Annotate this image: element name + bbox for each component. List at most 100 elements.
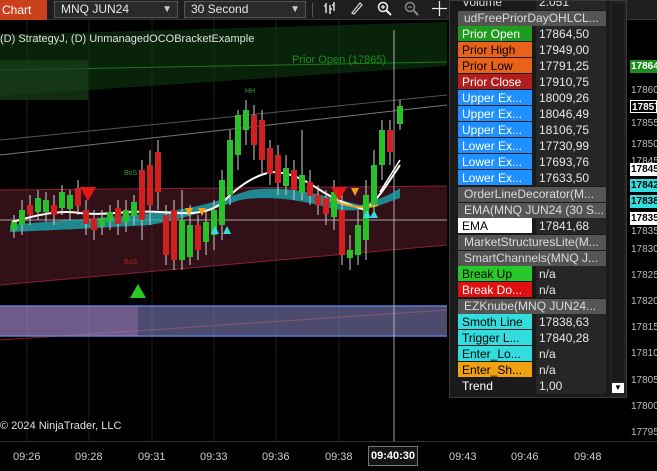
candle (131, 202, 137, 216)
candle (283, 168, 289, 186)
candle (251, 115, 257, 145)
prior-open-label: Prior Open (17865) (292, 54, 386, 66)
time-tick: 09:28 (75, 451, 103, 463)
candle (227, 140, 233, 195)
trigger-line-price-box: 17838 (630, 195, 657, 208)
databox-label: EMA (458, 218, 532, 233)
time-tick: 09:36 (262, 451, 290, 463)
candle (291, 170, 297, 190)
candle (163, 215, 169, 255)
candle (235, 115, 241, 155)
candle (27, 205, 33, 215)
time-tick: 09:26 (13, 451, 41, 463)
ema-price-box: 17845 (630, 163, 657, 176)
buy-signal-marker (130, 284, 146, 298)
databox-label: Prior Close (458, 74, 532, 89)
price-chart-panel[interactable]: Prior Open (17865) HH BoS BoS (0, 20, 447, 441)
candle (323, 198, 329, 214)
bos-label: BoS (124, 170, 138, 177)
databox-label: Prior Open (458, 26, 532, 41)
candle (83, 210, 89, 224)
price-tick: 17850 (631, 139, 657, 150)
databox-value: n/a (536, 282, 606, 298)
candle (107, 212, 113, 222)
databox-row: Trigger L... 17840,28 (458, 330, 606, 346)
databox-label: Lower Ex... (458, 170, 532, 185)
price-tick: 17805 (631, 375, 657, 386)
price-tick: 17835 (631, 226, 657, 237)
databox-value: 17864,50 (536, 26, 606, 42)
databox-row: Break Do... n/a (458, 282, 606, 298)
candle (147, 165, 153, 205)
databox-scroll-thumb[interactable] (612, 3, 624, 381)
candle (299, 175, 305, 193)
databox-value: 17949,00 (536, 42, 606, 58)
instrument-value: MNQ JUN24 (61, 2, 130, 16)
databox-value: 18046,49 (536, 106, 606, 122)
strategy-label: (D) StrategyJ, (D) UnmanagedOCOBracketEx… (0, 33, 255, 45)
databox-label: Trigger L... (458, 330, 532, 345)
zoom-out-icon[interactable] (402, 1, 420, 19)
candle (259, 120, 265, 160)
candle (179, 220, 185, 260)
last-price-box: 17857 (630, 100, 657, 113)
databox-label: Break Up (458, 266, 532, 281)
candle (347, 250, 353, 258)
zoom-in-icon[interactable] (375, 1, 393, 19)
current-time-box: 09:40:30 (368, 446, 418, 466)
candle (219, 180, 225, 225)
databox-value: 17841,68 (536, 218, 606, 234)
chevron-down-icon: ▼ (162, 4, 172, 15)
time-tick: 09:38 (325, 451, 353, 463)
scroll-down-icon[interactable]: ▼ (612, 383, 624, 393)
toolbar-divider (312, 3, 313, 17)
databox-indicator-header: EZKnube(MNQ JUN24... (458, 299, 606, 314)
chevron-down-icon: ▼ (290, 4, 300, 15)
candle (371, 165, 377, 205)
hh-label: HH (245, 88, 255, 95)
databox-value: 17791,25 (536, 58, 606, 74)
candle (387, 130, 393, 152)
data-box-panel[interactable]: ▼ Volume 2.051 udFreePriorDayOHLCL... Prior… (449, 0, 627, 398)
databox-row: Prior High 17949,00 (458, 42, 606, 58)
instrument-selector[interactable]: MNQ JUN24 ▼ (54, 1, 178, 18)
candle (379, 130, 385, 165)
candle (43, 200, 49, 212)
bars-type-icon[interactable] (321, 1, 339, 19)
smooth-line-price-box: 17842 (630, 179, 657, 192)
candle (91, 218, 97, 230)
candle (243, 110, 249, 130)
time-tick: 09:46 (511, 451, 539, 463)
databox-row-volume: Volume 2.051 (458, 0, 606, 10)
databox-row: Break Up n/a (458, 266, 606, 282)
candle (11, 222, 17, 230)
chart-tab[interactable]: Chart (0, 0, 47, 20)
databox-label: Enter_Lo... (458, 346, 532, 361)
price-tick: 17795 (631, 427, 657, 438)
interval-value: 30 Second (191, 2, 249, 16)
databox-value: 17693,76 (536, 154, 606, 170)
databox-row: Trend 1,00 (458, 378, 606, 394)
price-tick: 17860 (631, 85, 657, 96)
databox-value: n/a (536, 266, 606, 282)
databox-indicator-header: SmartChannels(MNQ J... (458, 251, 606, 266)
databox-value: 17838,63 (536, 314, 606, 330)
price-tick: 17830 (631, 244, 657, 255)
time-tick: 09:43 (449, 451, 477, 463)
candle (59, 192, 65, 208)
databox-indicator-header: udFreePriorDayOHLCL... (458, 11, 606, 26)
interval-selector[interactable]: 30 Second ▼ (184, 1, 306, 18)
candle (307, 182, 313, 196)
databox-label: Prior High (458, 42, 532, 57)
candle (99, 218, 105, 226)
databox-row: EMA 17841,68 (458, 218, 606, 234)
databox-value: 18106,75 (536, 122, 606, 138)
candle (51, 205, 57, 215)
databox-label: Volume (462, 0, 503, 9)
candle (203, 222, 209, 242)
drawing-tool-icon[interactable] (348, 1, 366, 19)
crosshair-icon[interactable] (430, 1, 448, 19)
databox-row: Prior Close 17910,75 (458, 74, 606, 90)
databox-row: Upper Ex... 18046,49 (458, 106, 606, 122)
databox-value: 17910,75 (536, 74, 606, 90)
